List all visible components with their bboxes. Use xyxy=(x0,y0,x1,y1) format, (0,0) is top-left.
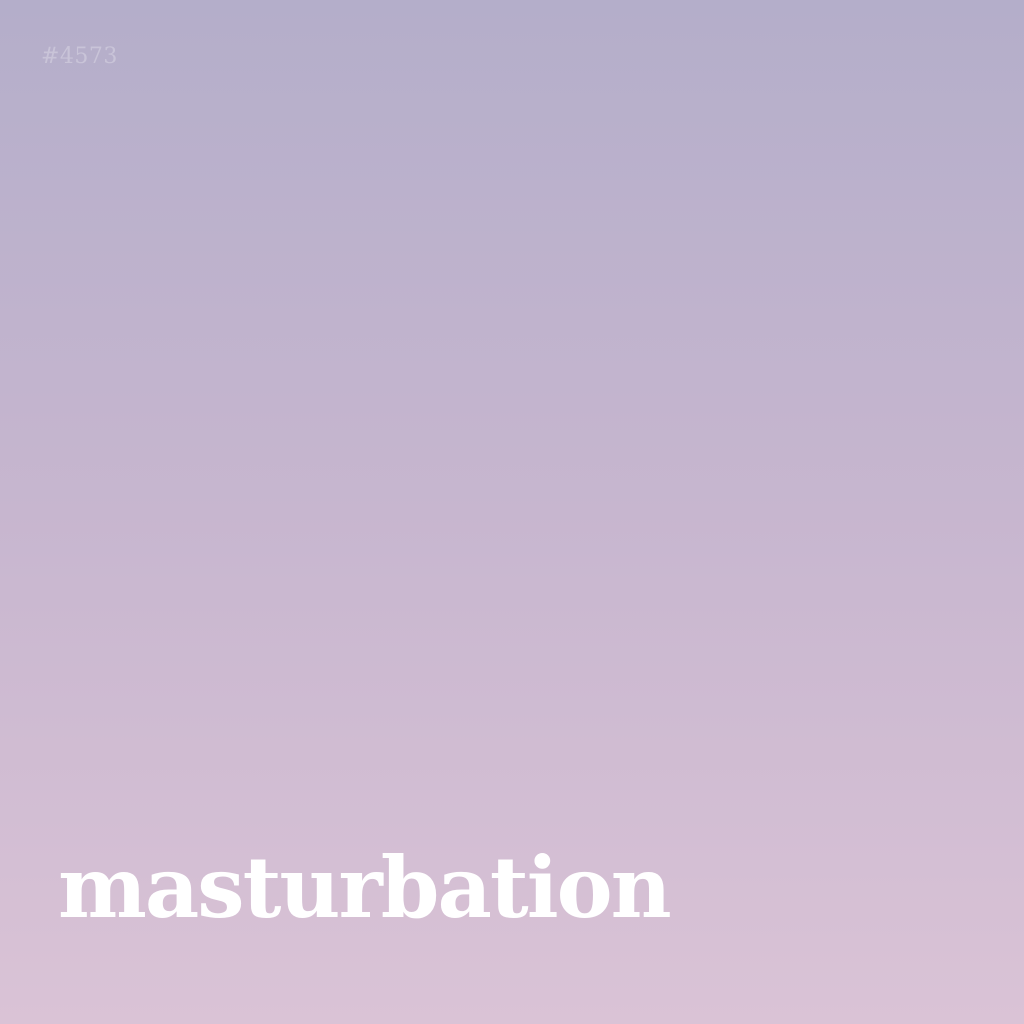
headline-word: masturbation xyxy=(58,838,672,937)
id-tag: #4573 xyxy=(41,44,118,69)
gradient-card: #4573 masturbation xyxy=(0,0,1024,1024)
